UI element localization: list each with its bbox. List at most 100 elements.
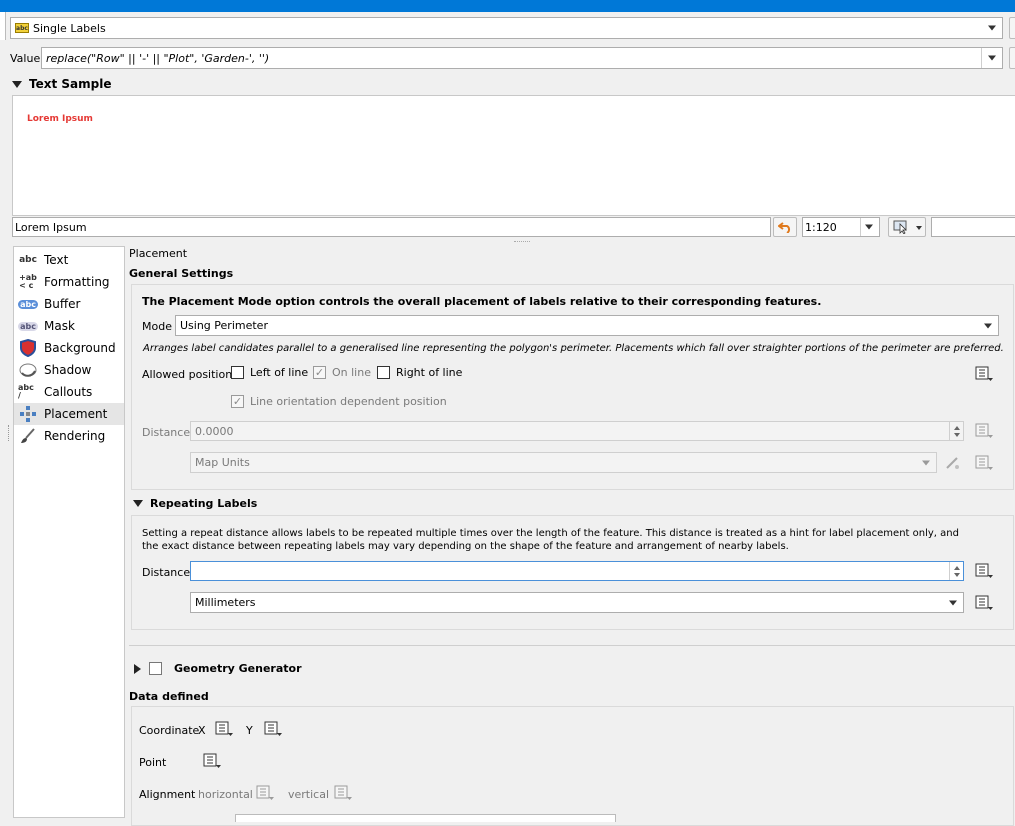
sidebar-item-label: Callouts — [44, 385, 93, 399]
sidebar-item-formatting[interactable]: +ab < c Formatting — [14, 271, 124, 293]
geometry-generator-checkbox[interactable] — [149, 662, 162, 675]
data-defined-override-icon[interactable] — [255, 785, 275, 801]
point-label: Point — [139, 756, 167, 769]
partially-visible-field[interactable] — [235, 814, 616, 822]
placement-icon — [18, 405, 38, 423]
value-expression-combo[interactable]: replace("Row" || '-' || "Plot", 'Garden-… — [41, 47, 1003, 69]
data-defined-override-icon[interactable] — [974, 563, 994, 579]
mask-icon: abc — [18, 321, 38, 331]
placement-distance-spinbox[interactable]: 0.0000 — [190, 421, 964, 441]
chevron-down-icon — [922, 460, 930, 465]
buffer-icon: abc — [18, 299, 38, 309]
sidebar-item-label: Placement — [44, 407, 108, 421]
alignment-vertical-label: vertical — [288, 788, 330, 801]
chevron-down-icon — [988, 25, 996, 31]
sidebar-item-label: Background — [44, 341, 116, 355]
coordinate-label: Coordinate — [139, 724, 200, 737]
value-label: Value — [10, 52, 41, 65]
data-defined-override-icon[interactable] — [333, 785, 353, 801]
right-of-line-checkbox[interactable]: Right of line — [377, 366, 462, 379]
distance-units-combo[interactable]: Map Units — [190, 452, 937, 473]
sidebar-list: abc Text +ab < c Formatting abc Buffer ab… — [13, 246, 125, 818]
formatting-icon: +ab < c — [19, 273, 37, 290]
data-defined-override-icon[interactable] — [974, 455, 994, 471]
repeat-units-combo[interactable]: Millimeters — [190, 592, 964, 613]
checkbox-label: Right of line — [396, 366, 463, 379]
left-of-line-checkbox[interactable]: Left of line — [231, 366, 308, 379]
labels-mode-value: Single Labels — [33, 21, 106, 35]
repeat-distance-spinbox[interactable] — [190, 561, 964, 581]
sample-text-input[interactable]: Lorem Ipsum — [12, 217, 771, 237]
placement-mode-value: Using Perimeter — [180, 319, 268, 332]
sidebar-item-rendering[interactable]: Rendering — [14, 425, 124, 447]
sidebar-item-label: Text — [44, 253, 69, 267]
callouts-icon: abc / — [18, 383, 34, 400]
geometry-generator-title: Geometry Generator — [174, 662, 302, 675]
expression-button[interactable] — [1009, 47, 1015, 69]
repeat-distance-label: Distance — [142, 566, 191, 579]
data-defined-override-icon[interactable] — [974, 423, 994, 439]
map-units-scale-icon[interactable] — [943, 455, 963, 471]
reset-sample-button[interactable] — [773, 217, 797, 237]
rendering-brush-icon — [18, 427, 38, 445]
line-orientation-checkbox[interactable]: ✓ Line orientation dependent position — [231, 395, 447, 408]
sidebar-item-background[interactable]: Background — [14, 337, 124, 359]
scale-value: 1:120 — [805, 220, 837, 234]
sidebar-item-label: Rendering — [44, 429, 106, 443]
collapse-arrow-icon — [12, 80, 22, 88]
sidebar-item-text[interactable]: abc Text — [14, 249, 124, 271]
text-sample-preview: Lorem Ipsum — [12, 95, 1015, 216]
chevron-down-icon — [988, 55, 996, 61]
sidebar-item-shadow[interactable]: Shadow — [14, 359, 124, 381]
general-settings-title: General Settings — [129, 267, 234, 280]
data-defined-override-icon[interactable] — [974, 366, 994, 382]
sidebar-item-placement[interactable]: Placement — [14, 403, 124, 425]
sidebar-splitter[interactable] — [8, 425, 10, 441]
preview-text: Lorem Ipsum — [27, 114, 93, 124]
labels-mode-side-button[interactable] — [1009, 17, 1015, 39]
sidebar-item-buffer[interactable]: abc Buffer — [14, 293, 124, 315]
checkbox-box — [231, 366, 244, 379]
repeating-description: Setting a repeat distance allows labels … — [142, 528, 959, 552]
alignment-horizontal-label: horizontal — [198, 788, 253, 801]
chevron-down-icon — [949, 600, 957, 605]
geometry-generator-toggle[interactable]: Geometry Generator — [134, 662, 302, 675]
text-sample-toggle[interactable]: Text Sample — [12, 77, 111, 91]
placement-mode-combo[interactable]: Using Perimeter — [175, 315, 999, 336]
chevron-down-icon — [916, 226, 922, 230]
background-color-button[interactable] — [931, 217, 1015, 237]
placement-header: Placement — [129, 247, 188, 260]
data-defined-override-icon[interactable] — [974, 595, 994, 611]
coordinate-y-label: Y — [246, 724, 253, 737]
splitter-handle[interactable] — [514, 241, 530, 243]
alignment-label: Alignment — [139, 788, 196, 801]
label-abc-icon: abc — [15, 23, 29, 33]
sidebar-item-callouts[interactable]: abc / Callouts — [14, 381, 124, 403]
allowed-positions-label: Allowed positions — [142, 368, 238, 381]
placement-description: The Placement Mode option controls the o… — [142, 295, 822, 308]
map-scale-button[interactable] — [888, 217, 926, 237]
text-sample-title: Text Sample — [29, 77, 112, 91]
data-defined-override-icon[interactable] — [263, 721, 283, 737]
window-titlebar — [0, 0, 1015, 12]
labels-mode-combo[interactable]: abc Single Labels — [10, 17, 1003, 39]
data-defined-override-icon[interactable] — [214, 721, 234, 737]
expand-arrow-icon — [134, 663, 141, 674]
distance-value: 0.0000 — [195, 424, 234, 438]
spin-arrows-icon — [949, 562, 963, 580]
repeating-labels-toggle[interactable]: Repeating Labels — [133, 497, 257, 510]
mode-label: Mode — [142, 320, 172, 333]
repeating-labels-title: Repeating Labels — [150, 497, 258, 510]
data-defined-title: Data defined — [129, 690, 209, 703]
scale-combo[interactable]: 1:120 — [802, 217, 880, 237]
data-defined-override-icon[interactable] — [202, 753, 222, 769]
checkmark-icon: ✓ — [313, 366, 326, 379]
sidebar-item-mask[interactable]: abc Mask — [14, 315, 124, 337]
collapse-arrow-icon — [133, 500, 143, 507]
distance-label: Distance — [142, 426, 191, 439]
on-line-checkbox[interactable]: ✓ On line — [313, 366, 371, 379]
text-abc-icon: abc — [19, 255, 37, 265]
coordinate-x-label: X — [198, 724, 206, 737]
mode-hint: Arranges label candidates parallel to a … — [143, 343, 1004, 354]
undo-icon — [778, 222, 791, 233]
